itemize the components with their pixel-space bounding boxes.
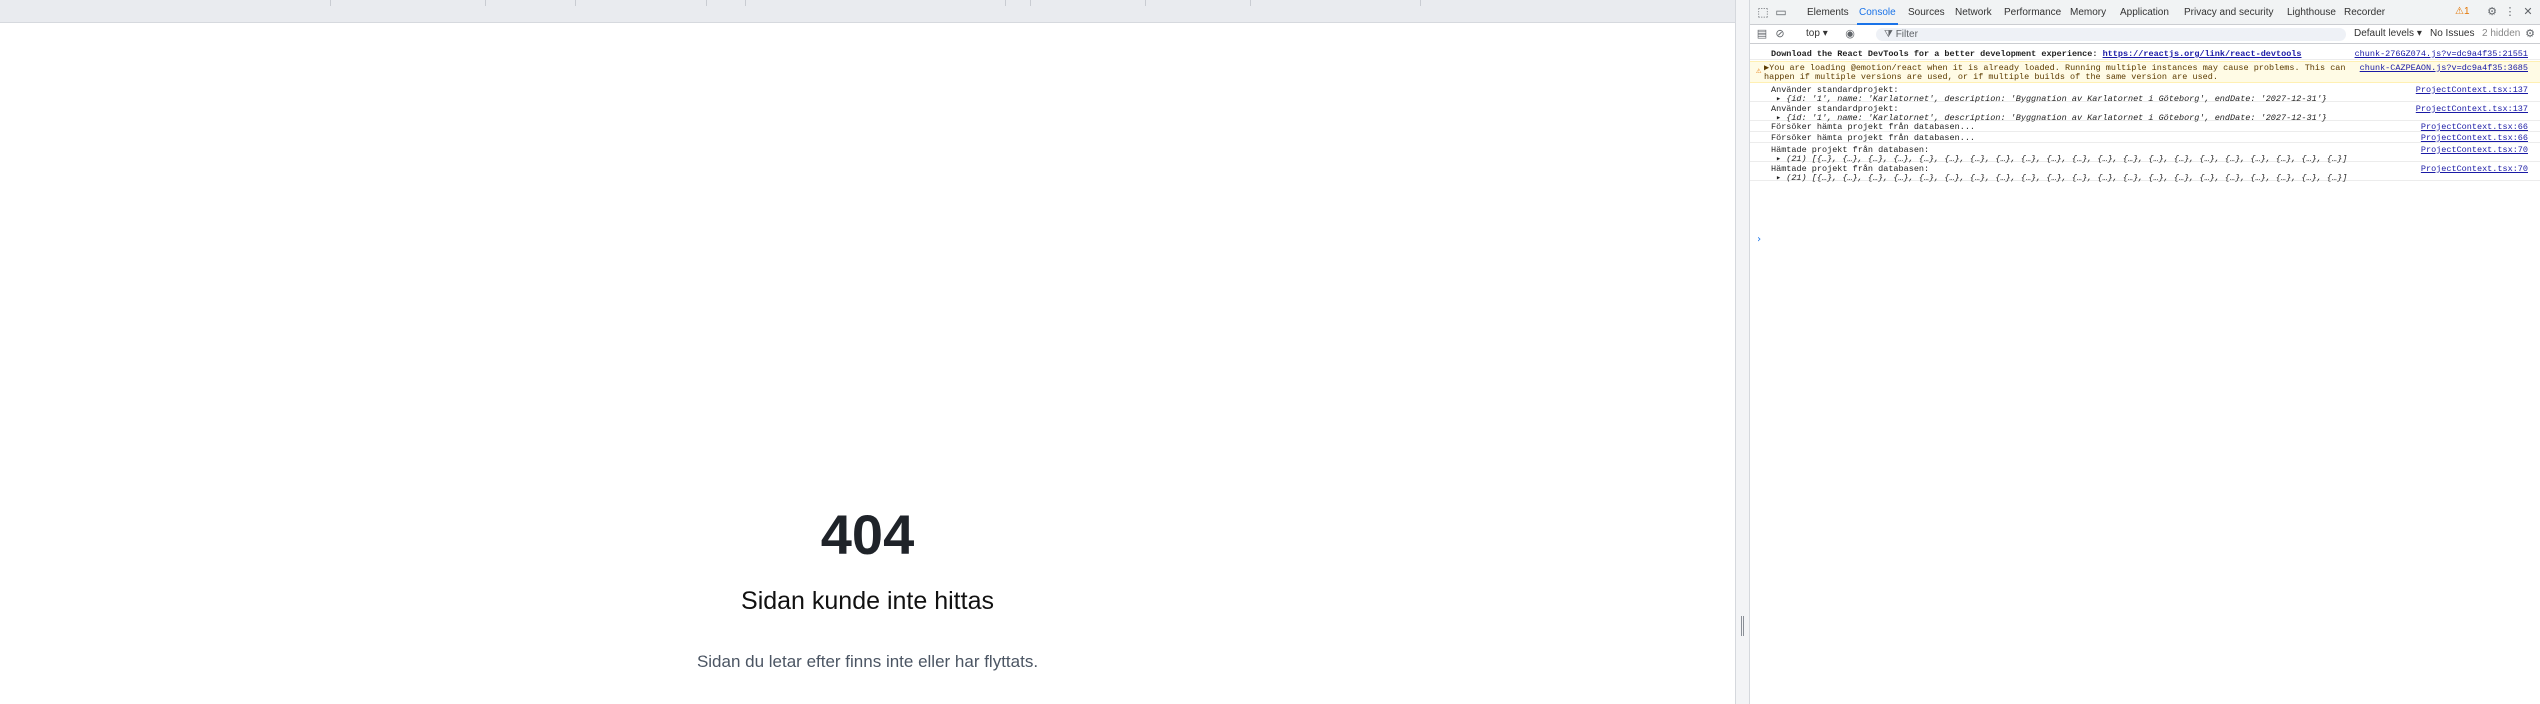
chevron-down-icon: ▾ bbox=[1822, 28, 1828, 39]
tab-lighthouse[interactable]: Lighthouse bbox=[2285, 0, 2338, 25]
inspect-element-icon[interactable]: ⬚ bbox=[1756, 5, 1770, 19]
close-icon[interactable]: ✕ bbox=[2522, 6, 2534, 18]
tab-privacy-security[interactable]: Privacy and security bbox=[2182, 0, 2275, 25]
settings-gear-icon[interactable]: ⚙ bbox=[2486, 6, 2498, 18]
console-message: Försöker hämta projekt från databasen...… bbox=[1750, 133, 2540, 143]
issues-counter[interactable]: No Issues bbox=[2430, 27, 2474, 41]
tab-console[interactable]: Console bbox=[1857, 0, 1898, 25]
filter-input[interactable]: ⧩ Filter bbox=[1876, 28, 2346, 41]
message-source-link[interactable]: ProjectContext.tsx:70 bbox=[2421, 145, 2528, 155]
array-preview[interactable]: ▸ (21) [{…}, {…}, {…}, {…}, {…}, {…}, {…… bbox=[1776, 173, 2347, 183]
strip-divider bbox=[1420, 0, 1421, 6]
console-toolbar: ▤ ⊘ top ▾ ◉ ⧩ Filter Default levels ▾ No… bbox=[1750, 25, 2540, 44]
warnings-count: 1 bbox=[2463, 6, 2470, 17]
error-title: Sidan kunde inte hittas bbox=[741, 587, 994, 615]
tab-application[interactable]: Application bbox=[2118, 0, 2171, 25]
message-text: Försöker hämta projekt från databasen... bbox=[1771, 122, 1976, 132]
warning-triangle-icon: ⚠ bbox=[1756, 66, 1762, 76]
message-source-link[interactable]: ProjectContext.tsx:66 bbox=[2421, 133, 2528, 143]
clear-console-icon[interactable]: ⊘ bbox=[1774, 28, 1786, 40]
filter-placeholder: Filter bbox=[1895, 29, 1918, 40]
console-message: Använder standardprojekt: ▸ {id: '1', na… bbox=[1750, 84, 2540, 104]
log-levels-dropdown[interactable]: Default levels ▾ bbox=[2354, 27, 2422, 41]
console-prompt[interactable]: › bbox=[1756, 234, 1762, 245]
devtools-resize-splitter[interactable] bbox=[1735, 0, 1750, 704]
warning-text-line2: happen if multiple versions are used, or… bbox=[1764, 72, 2218, 82]
message-source-link[interactable]: ProjectContext.tsx:66 bbox=[2421, 122, 2528, 132]
console-message: Hämtade projekt från databasen: ▸ (21) [… bbox=[1750, 144, 2540, 164]
hidden-messages-count: 2 hidden bbox=[2482, 28, 2521, 39]
top-strip bbox=[0, 0, 1735, 23]
message-text: Download the React DevTools for a better… bbox=[1771, 49, 2302, 59]
message-text: Försöker hämta projekt från databasen... bbox=[1771, 133, 1976, 143]
console-warning-message: ⚠ ▶You are loading @emotion/react when i… bbox=[1750, 61, 2540, 83]
live-expression-eye-icon[interactable]: ◉ bbox=[1844, 28, 1856, 40]
strip-divider bbox=[706, 0, 707, 6]
tab-elements[interactable]: Elements bbox=[1805, 0, 1851, 25]
context-label: top bbox=[1806, 28, 1820, 39]
sidebar-toggle-icon[interactable]: ▤ bbox=[1756, 28, 1768, 40]
tab-memory[interactable]: Memory bbox=[2068, 0, 2108, 25]
message-body: Download the React DevTools for a better… bbox=[1771, 49, 2103, 59]
react-devtools-link[interactable]: https://reactjs.org/link/react-devtools bbox=[2103, 49, 2302, 59]
filter-icon: ⧩ bbox=[1884, 29, 1893, 40]
message-source-link[interactable]: ProjectContext.tsx:137 bbox=[2416, 85, 2528, 95]
console-messages: Download the React DevTools for a better… bbox=[1750, 45, 2540, 704]
strip-divider bbox=[745, 0, 746, 6]
error-description: Sidan du letar efter finns inte eller ha… bbox=[696, 652, 1039, 671]
strip-divider bbox=[330, 0, 331, 6]
message-source-link[interactable]: ProjectContext.tsx:137 bbox=[2416, 104, 2528, 114]
message-source-link[interactable]: chunk-276GZ074.js?v=dc9a4f35:21551 bbox=[2355, 49, 2528, 59]
message-source-link[interactable]: ProjectContext.tsx:70 bbox=[2421, 164, 2528, 174]
tab-network[interactable]: Network bbox=[1953, 0, 1994, 25]
console-message: Försöker hämta projekt från databasen...… bbox=[1750, 122, 2540, 132]
log-levels-label: Default levels bbox=[2354, 28, 2415, 39]
devtools-panel: ⬚ ▭ Elements Console Sources Network Per… bbox=[1750, 0, 2540, 704]
console-message: Hämtade projekt från databasen: ▸ (21) [… bbox=[1750, 163, 2540, 183]
console-message: Använder standardprojekt: ▸ {id: '1', na… bbox=[1750, 103, 2540, 123]
strip-divider bbox=[1030, 0, 1031, 6]
tab-sources[interactable]: Sources bbox=[1906, 0, 1947, 25]
console-settings-gear-icon[interactable]: ⚙ bbox=[2524, 28, 2536, 40]
message-source-link[interactable]: chunk-CAZPEAON.js?v=dc9a4f35:3685 bbox=[2360, 63, 2528, 73]
strip-divider bbox=[1005, 0, 1006, 6]
more-options-icon[interactable]: ⋮ bbox=[2504, 6, 2516, 18]
console-message: Download the React DevTools for a better… bbox=[1750, 48, 2540, 60]
strip-divider bbox=[1250, 0, 1251, 6]
device-toolbar-icon[interactable]: ▭ bbox=[1774, 5, 1788, 19]
warnings-badge[interactable]: ⚠1 bbox=[2455, 6, 2470, 18]
strip-divider bbox=[575, 0, 576, 6]
warning-triangle-icon: ⚠ bbox=[2455, 6, 2464, 17]
tab-recorder[interactable]: Recorder bbox=[2342, 0, 2387, 25]
error-code: 404 bbox=[820, 503, 915, 566]
drag-handle-icon[interactable] bbox=[1741, 616, 1744, 636]
page-viewport: 404 Sidan kunde inte hittas Sidan du let… bbox=[0, 0, 1735, 704]
chevron-down-icon: ▾ bbox=[2416, 28, 2422, 39]
context-selector[interactable]: top ▾ bbox=[1806, 27, 1828, 41]
tab-performance[interactable]: Performance bbox=[2002, 0, 2063, 25]
devtools-tabbar: ⬚ ▭ Elements Console Sources Network Per… bbox=[1750, 0, 2540, 25]
strip-divider bbox=[485, 0, 486, 6]
strip-divider bbox=[1145, 0, 1146, 6]
